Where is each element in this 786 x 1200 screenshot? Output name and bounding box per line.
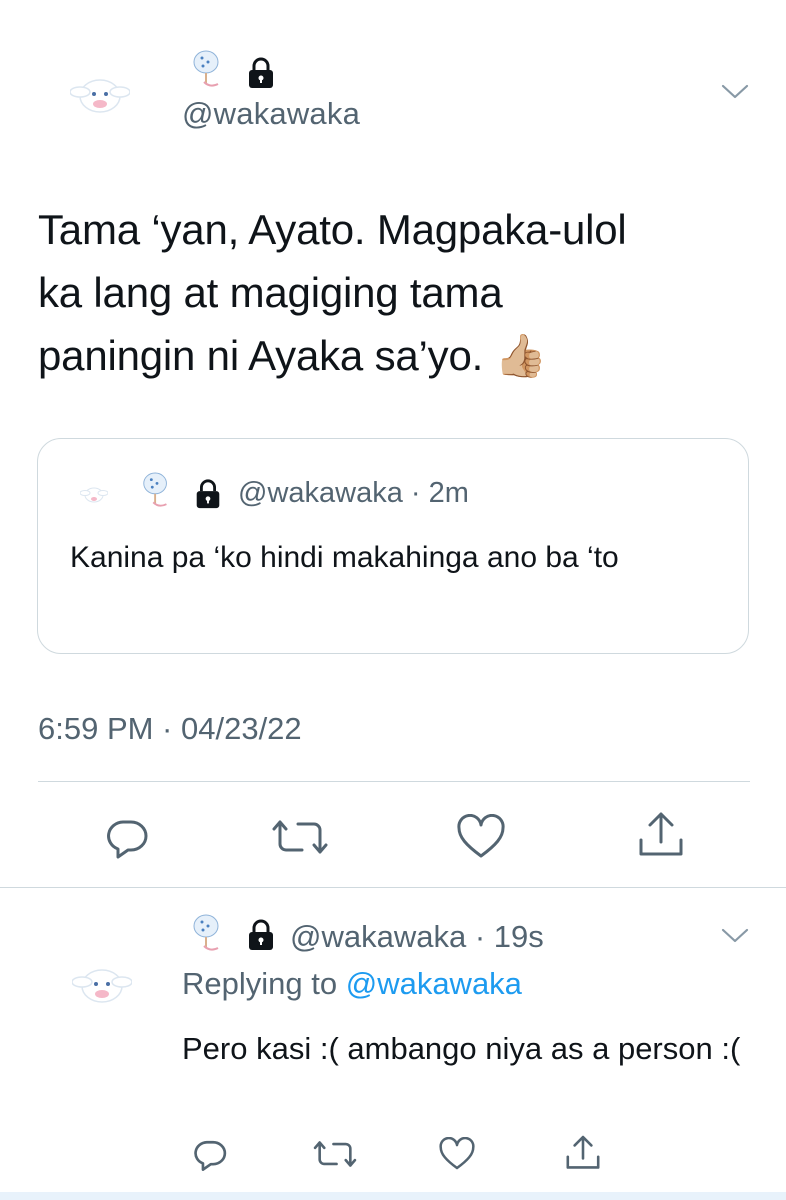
reply-share-icon[interactable] bbox=[564, 1134, 602, 1172]
quoted-handle-time: @wakawaka · 2m bbox=[238, 477, 469, 509]
reply-reply-icon[interactable] bbox=[192, 1136, 228, 1172]
tweet-text-line-2: ka lang at magiging tama bbox=[38, 269, 503, 316]
author-handle[interactable]: @wakawaka bbox=[182, 96, 360, 132]
quoted-avatar bbox=[80, 487, 108, 503]
ice-cream-emoji bbox=[193, 50, 219, 87]
reply-icon[interactable] bbox=[104, 814, 150, 860]
divider bbox=[0, 887, 786, 888]
reply-heart-icon[interactable] bbox=[438, 1137, 476, 1171]
quoted-ice-cream-emoji bbox=[143, 472, 167, 507]
heart-icon[interactable] bbox=[456, 814, 506, 860]
replying-to: Replying to @wakawaka bbox=[182, 966, 522, 1002]
chevron-down-icon[interactable] bbox=[720, 82, 750, 102]
tweet-text-line-1: Tama ‘yan, Ayato. Magpaka-ulol bbox=[38, 206, 627, 253]
reply-avatar[interactable] bbox=[72, 960, 132, 1008]
reply-handle-time[interactable]: @wakawaka · 19s bbox=[290, 919, 544, 955]
reply-ice-cream-emoji bbox=[193, 914, 219, 951]
retweet-icon[interactable] bbox=[270, 814, 330, 860]
replying-mention-link[interactable]: @wakawaka bbox=[346, 966, 522, 1001]
avatar[interactable] bbox=[70, 70, 130, 118]
replying-prefix: Replying to bbox=[182, 966, 346, 1001]
divider bbox=[38, 781, 750, 782]
share-icon[interactable] bbox=[636, 810, 686, 860]
reply-lock-icon bbox=[249, 919, 273, 950]
thumbs-up-emoji: 👍🏼 bbox=[494, 332, 547, 379]
quoted-tweet-text: Kanina pa ‘ko hindi makahinga ano ba ‘to bbox=[70, 541, 619, 574]
reply-text: Pero kasi :( ambango niya as a person :( bbox=[182, 1031, 741, 1066]
quoted-lock-icon bbox=[196, 479, 220, 509]
tweet-text-line-3: paningin ni Ayaka sa’yo. 👍🏼 bbox=[38, 332, 547, 379]
bottom-edge bbox=[0, 1192, 786, 1200]
reply-retweet-icon[interactable] bbox=[312, 1136, 358, 1172]
lock-icon bbox=[249, 57, 273, 88]
tweet-timestamp[interactable]: 6:59 PM · 04/23/22 bbox=[38, 711, 302, 747]
reply-chevron-down-icon[interactable] bbox=[720, 926, 750, 946]
tweet-text: Tama ‘yan, Ayato. Magpaka-ulol ka lang a… bbox=[38, 198, 758, 387]
